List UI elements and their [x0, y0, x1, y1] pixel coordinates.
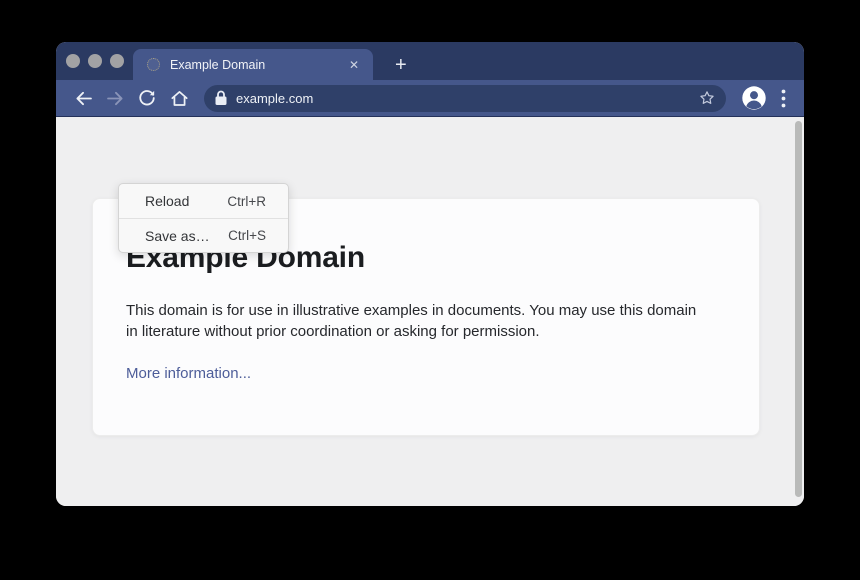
tab-example-domain[interactable]: Example Domain ✕: [133, 49, 373, 80]
menu-item-label: Save as…: [145, 228, 210, 244]
back-button[interactable]: [68, 83, 98, 113]
window-controls: [66, 54, 124, 68]
scrollbar-thumb[interactable]: [795, 121, 802, 497]
zoom-window-button[interactable]: [110, 54, 124, 68]
tab-close-icon[interactable]: ✕: [345, 56, 363, 74]
tab-title: Example Domain: [170, 58, 345, 72]
forward-arrow-icon: [105, 88, 126, 109]
favicon-icon: [147, 58, 160, 71]
more-information-link[interactable]: More information...: [126, 365, 251, 382]
three-dots-icon: [781, 89, 786, 108]
page-viewport: Example Domain This domain is for use in…: [56, 117, 804, 506]
home-button[interactable]: [164, 83, 194, 113]
bookmark-star-icon[interactable]: [698, 89, 716, 107]
menu-item-shortcut: Ctrl+S: [228, 228, 266, 243]
minimize-window-button[interactable]: [88, 54, 102, 68]
url-text[interactable]: example.com: [236, 91, 313, 106]
menu-item-shortcut: Ctrl+R: [227, 194, 266, 209]
home-icon: [169, 88, 190, 109]
back-arrow-icon: [73, 88, 94, 109]
address-bar[interactable]: example.com: [204, 85, 726, 112]
menu-item-label: Reload: [145, 193, 189, 209]
forward-button[interactable]: [100, 83, 130, 113]
new-tab-button[interactable]: +: [391, 55, 411, 75]
reload-icon: [137, 88, 157, 108]
reload-button[interactable]: [132, 83, 162, 113]
browser-menu-button[interactable]: [774, 84, 792, 112]
profile-button[interactable]: [740, 84, 768, 112]
lock-icon[interactable]: [214, 90, 228, 106]
context-menu-item-reload[interactable]: Reload Ctrl+R: [119, 184, 288, 218]
page-paragraph: This domain is for use in illustrative e…: [126, 300, 711, 342]
browser-window: Example Domain ✕ +: [56, 42, 804, 506]
close-window-button[interactable]: [66, 54, 80, 68]
tab-bar: Example Domain ✕ +: [56, 42, 804, 80]
browser-toolbar: example.com: [56, 80, 804, 117]
context-menu: Reload Ctrl+R Save as… Ctrl+S: [118, 183, 289, 253]
profile-avatar-icon: [741, 85, 767, 111]
context-menu-item-save-as[interactable]: Save as… Ctrl+S: [119, 218, 288, 252]
